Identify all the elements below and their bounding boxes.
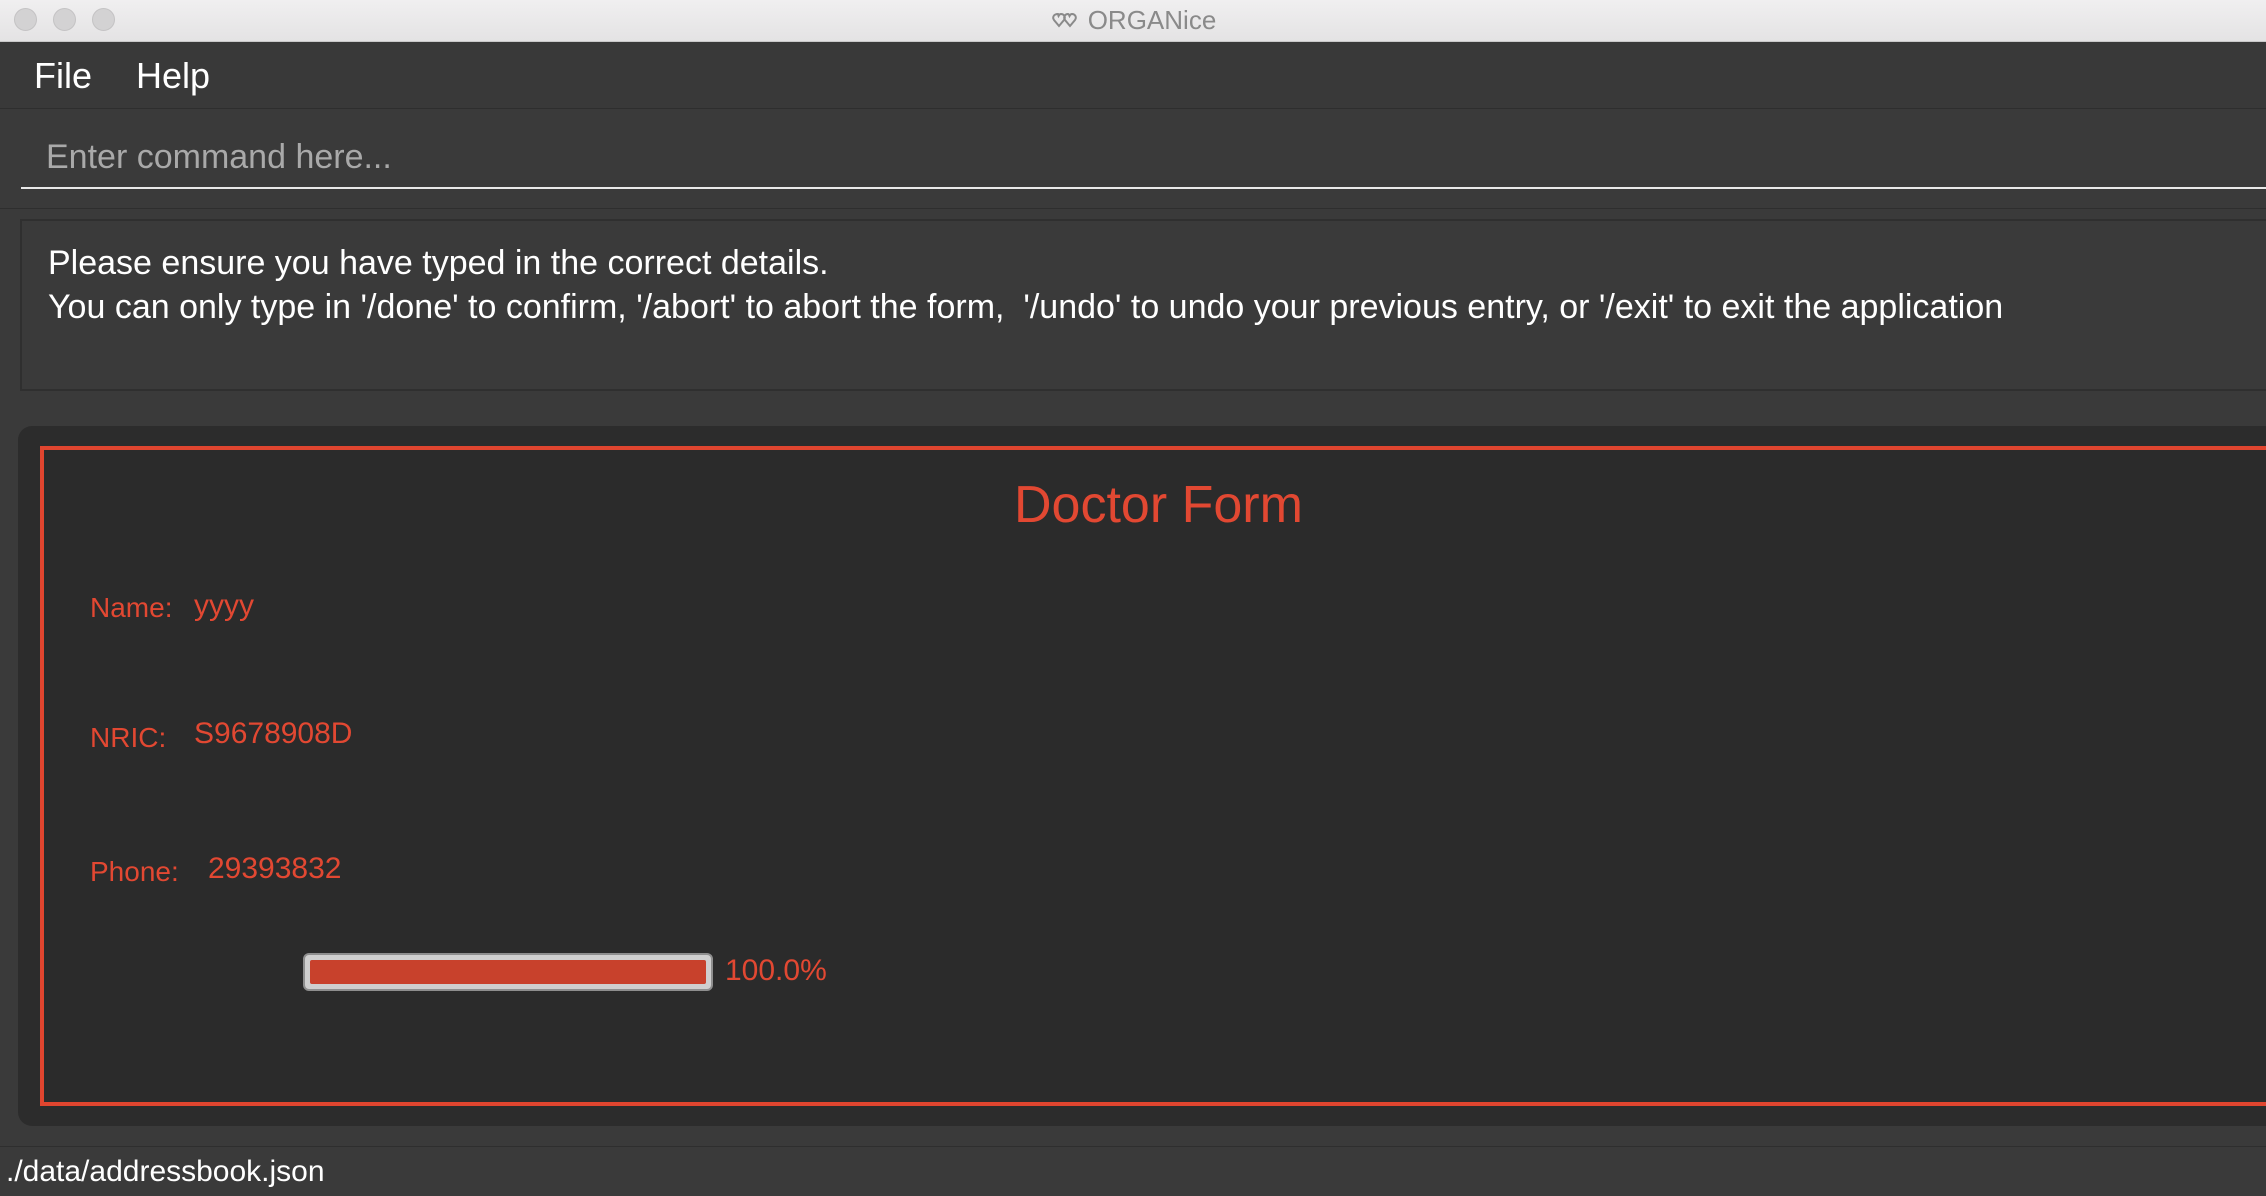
nric-value: S9678908D	[194, 717, 353, 750]
status-bar: ./data/addressbook.json	[0, 1146, 2266, 1196]
command-input[interactable]	[21, 127, 2266, 189]
window-title-area: ORGANice	[0, 0, 2266, 41]
heart-logo-icon	[1050, 11, 1080, 31]
app-window: ORGANice File Help Please ensure you hav…	[0, 0, 2266, 1196]
title-bar: ORGANice	[0, 0, 2266, 42]
menu-bar: File Help	[0, 42, 2266, 109]
save-location-path: ./data/addressbook.json	[6, 1155, 325, 1188]
menu-file[interactable]: File	[34, 54, 92, 98]
phone-label: Phone:	[90, 856, 179, 887]
menu-help[interactable]: Help	[136, 54, 210, 98]
form-progress-fill	[310, 960, 706, 984]
result-message-line-1: Please ensure you have typed in the corr…	[48, 244, 829, 282]
nric-label: NRIC:	[90, 722, 167, 753]
phone-value: 29393832	[208, 852, 342, 885]
form-progress-text: 100.0%	[725, 954, 827, 987]
result-display: Please ensure you have typed in the corr…	[20, 219, 2266, 391]
name-value: yyyy	[194, 589, 254, 622]
result-display-panel: Please ensure you have typed in the corr…	[0, 208, 2266, 405]
form-progress-bar	[303, 953, 713, 991]
result-message-line-2: You can only type in '/done' to confirm,…	[48, 288, 2004, 326]
name-label: Name:	[90, 592, 173, 623]
window-title: ORGANice	[1087, 5, 1217, 35]
doctor-form-frame	[40, 446, 2266, 1106]
form-title: Doctor Form	[1014, 476, 1303, 534]
command-box	[0, 109, 2266, 207]
